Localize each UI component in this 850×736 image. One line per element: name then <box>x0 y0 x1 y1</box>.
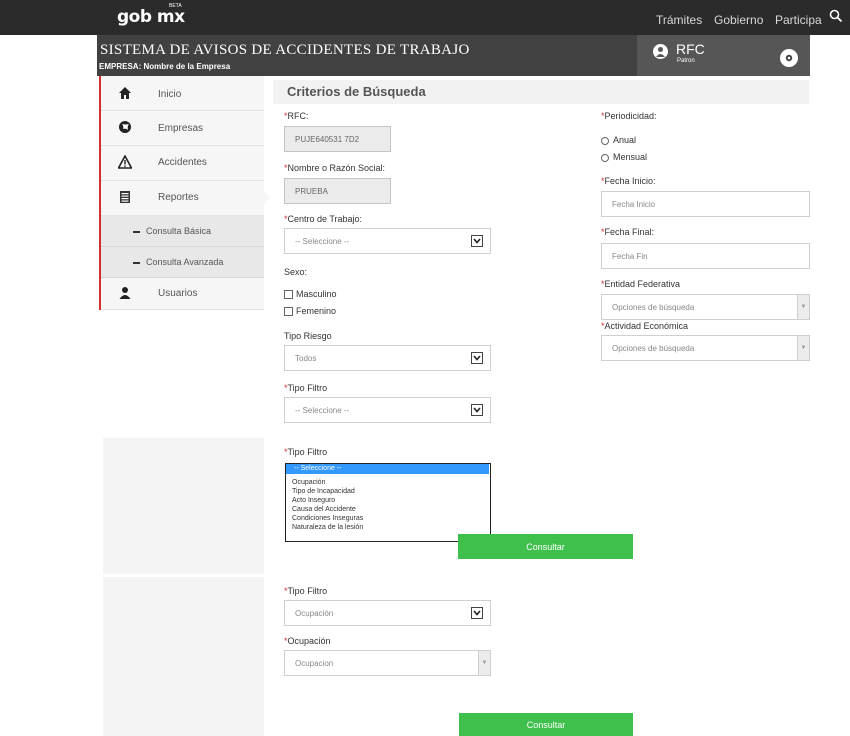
nav-link-participa[interactable]: Participa <box>775 13 822 27</box>
nav-link-tramites[interactable]: Trámites <box>656 13 702 27</box>
dash-icon <box>133 262 140 264</box>
chevron-down-icon <box>471 235 483 247</box>
sidebar-label-accidentes: Accidentes <box>158 157 207 168</box>
globe-icon <box>119 121 131 133</box>
sidebar-label-empresas: Empresas <box>158 123 204 134</box>
entidad-label: *Entidad Federativa <box>601 279 681 289</box>
actividad-placeholder: Opciones de búsqueda <box>612 343 695 353</box>
dropdown-option[interactable]: Tipo de Incapacidad <box>292 488 355 496</box>
rfc-label: *RFC: <box>284 111 309 121</box>
beta-badge: BETA <box>169 3 182 9</box>
ocupacion-select[interactable]: Ocupacion ▼ <box>284 650 491 676</box>
fecha-inicio-label: *Fecha Inicio: <box>601 176 656 186</box>
rfc-field[interactable]: PUJE640531 7D2 <box>284 126 391 152</box>
tipo-riesgo-select[interactable]: Todos <box>284 345 491 371</box>
section-title: Criterios de Búsqueda <box>287 84 426 99</box>
tipo-filtro-select-3[interactable]: Ocupación <box>284 600 491 626</box>
caret-down-icon: ▼ <box>797 295 809 319</box>
chevron-down-icon <box>471 352 483 364</box>
sexo-label: Sexo: <box>284 267 308 277</box>
home-icon <box>119 87 131 99</box>
gobmx-logo[interactable]: gob mx <box>117 7 185 27</box>
centro-value: -- Seleccione -- <box>295 236 350 246</box>
chevron-down-icon <box>471 607 483 619</box>
dropdown-option-selected[interactable]: -- Seleccione -- <box>286 464 489 474</box>
sidebar-label-reportes: Reportes <box>158 192 199 203</box>
consultar-button[interactable]: Consultar <box>458 534 633 559</box>
femenino-label: Femenino <box>296 306 337 316</box>
warning-icon <box>118 155 132 169</box>
avatar <box>653 44 668 59</box>
nav-link-gobierno[interactable]: Gobierno <box>714 13 763 27</box>
anual-radio[interactable] <box>601 137 609 145</box>
system-title: SISTEMA DE AVISOS DE ACCIDENTES DE TRABA… <box>100 42 470 58</box>
fecha-inicio-input[interactable]: Fecha Inicio <box>601 191 810 217</box>
sidebar-background <box>103 438 264 574</box>
caret-down-icon: ▼ <box>797 336 809 360</box>
periodicidad-label: *Periodicidad: <box>601 111 657 121</box>
entidad-placeholder: Opciones de búsqueda <box>612 302 695 312</box>
user-rfc: RFC <box>676 41 705 57</box>
tipo-filtro-value: -- Seleccione -- <box>295 405 350 415</box>
tipo-filtro-label-2: *Tipo Filtro <box>284 447 328 457</box>
sidebar-label-inicio: Inicio <box>158 89 182 100</box>
femenino-checkbox[interactable] <box>284 307 293 316</box>
active-pointer-icon <box>262 189 270 207</box>
ocupacion-placeholder: Ocupacion <box>295 658 334 668</box>
search-icon[interactable] <box>829 9 843 23</box>
fecha-final-label: *Fecha Final: <box>601 227 655 237</box>
nombre-field[interactable]: PRUEBA <box>284 178 391 204</box>
mensual-radio[interactable] <box>601 154 609 162</box>
user-icon <box>656 47 665 57</box>
anual-label: Anual <box>613 135 637 145</box>
dropdown-option[interactable]: Naturaleza de la lesión <box>292 524 363 532</box>
centro-select[interactable]: -- Seleccione -- <box>284 228 491 254</box>
chevron-down-icon <box>471 404 483 416</box>
gear-icon <box>785 54 793 62</box>
settings-button[interactable] <box>780 49 798 67</box>
tipo-filtro-value-3: Ocupación <box>295 608 334 618</box>
nombre-label: *Nombre o Razón Social: <box>284 163 386 173</box>
ocupacion-label: *Ocupación <box>284 636 331 646</box>
sidebar-label-usuarios: Usuarios <box>158 288 198 299</box>
actividad-select[interactable]: Opciones de búsqueda ▼ <box>601 335 810 361</box>
report-icon <box>120 191 130 203</box>
user-icon <box>119 287 131 299</box>
tipo-filtro-label-3: *Tipo Filtro <box>284 586 328 596</box>
dropdown-option[interactable]: Acto Inseguro <box>292 497 335 505</box>
tipo-filtro-select[interactable]: -- Seleccione -- <box>284 397 491 423</box>
actividad-label: *Actividad Económica <box>601 321 689 331</box>
sidebar-sublabel-basica: Consulta Básica <box>146 226 212 236</box>
tipo-riesgo-value: Todos <box>295 353 317 363</box>
fecha-final-input[interactable]: Fecha Fin <box>601 243 810 269</box>
dash-icon <box>133 231 140 233</box>
tipo-riesgo-label: Tipo Riesgo <box>284 331 332 341</box>
sidebar-background <box>103 577 264 736</box>
centro-label: *Centro de Trabajo: <box>284 214 363 224</box>
caret-down-icon: ▼ <box>478 651 490 675</box>
masculino-checkbox[interactable] <box>284 290 293 299</box>
masculino-label: Masculino <box>296 289 337 299</box>
tipo-filtro-label: *Tipo Filtro <box>284 383 328 393</box>
dropdown-option[interactable]: Causa del Accidente <box>292 506 356 514</box>
sidebar-sublabel-avanzada: Consulta Avanzada <box>146 257 224 267</box>
mensual-label: Mensual <box>613 152 648 162</box>
entidad-select[interactable]: Opciones de búsqueda ▼ <box>601 294 810 320</box>
dropdown-option[interactable]: Condiciones Inseguras <box>292 515 363 523</box>
empresa-label: EMPRESA: Nombre de la Empresa <box>99 62 231 71</box>
dropdown-option[interactable]: Ocupación <box>292 479 325 487</box>
user-role: Patron <box>677 58 695 64</box>
consultar-button-2[interactable]: Consultar <box>459 713 633 736</box>
